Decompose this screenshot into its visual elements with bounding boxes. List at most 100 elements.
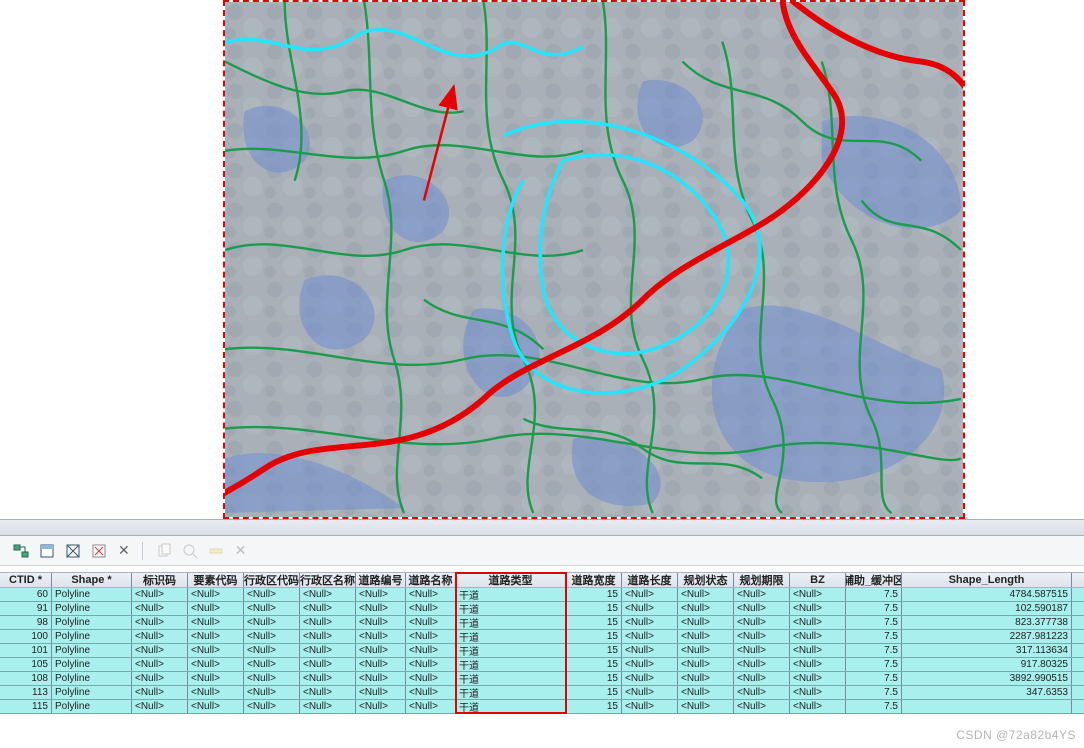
column-header-dln[interactable]: 道路名称 xyxy=(406,573,456,587)
cell-type: 干道 xyxy=(456,672,566,685)
cell-ghq: <Null> xyxy=(734,644,790,657)
column-header-cd[interactable]: 道路长度 xyxy=(622,573,678,587)
column-header-dlb[interactable]: 道路编号 xyxy=(356,573,406,587)
cell-ghq: <Null> xyxy=(734,658,790,671)
column-header-xz[interactable]: 行政区代码 xyxy=(244,573,300,587)
column-header-type[interactable]: 道路类型 xyxy=(456,573,566,587)
cell-ys: <Null> xyxy=(188,700,244,713)
table-row[interactable]: 100Polyline<Null><Null><Null><Null><Null… xyxy=(0,630,1084,644)
cell-bz: <Null> xyxy=(790,672,846,685)
close-toolbar-icon[interactable]: ✕ xyxy=(235,542,247,559)
column-header-ghq[interactable]: 规划期限 xyxy=(734,573,790,587)
table-row[interactable]: 91Polyline<Null><Null><Null><Null><Null>… xyxy=(0,602,1084,616)
cell-ys: <Null> xyxy=(188,672,244,685)
cell-dln: <Null> xyxy=(406,644,456,657)
copy-icon[interactable] xyxy=(155,542,173,560)
cell-ghq: <Null> xyxy=(734,630,790,643)
related-tables-icon[interactable] xyxy=(12,542,30,560)
cell-bz: <Null> xyxy=(790,658,846,671)
column-header-hcq[interactable]: 辅助_缓冲区 xyxy=(846,573,902,587)
cell-shape: Polyline xyxy=(52,644,132,657)
cell-dlb: <Null> xyxy=(356,644,406,657)
column-header-ctid[interactable]: CTID * xyxy=(0,573,52,587)
table-row[interactable]: 105Polyline<Null><Null><Null><Null><Null… xyxy=(0,658,1084,672)
cell-gh: <Null> xyxy=(678,602,734,615)
cell-cd: <Null> xyxy=(622,602,678,615)
highlight-icon[interactable] xyxy=(207,542,225,560)
cell-len: 317.113634 xyxy=(902,644,1072,657)
column-header-bz[interactable]: BZ xyxy=(790,573,846,587)
cell-dln: <Null> xyxy=(406,630,456,643)
cell-dln: <Null> xyxy=(406,602,456,615)
close-selection-icon[interactable]: ✕ xyxy=(118,542,130,559)
cell-xzn: <Null> xyxy=(300,602,356,615)
attribute-table[interactable]: CTID *Shape *标识码要素代码行政区代码行政区名称道路编号道路名称道路… xyxy=(0,566,1084,748)
cell-ctid: 105 xyxy=(0,658,52,671)
cell-type: 干道 xyxy=(456,616,566,629)
cell-ctid: 91 xyxy=(0,602,52,615)
cell-len: 347.6353 xyxy=(902,686,1072,699)
table-row[interactable]: 98Polyline<Null><Null><Null><Null><Null>… xyxy=(0,616,1084,630)
cell-gh: <Null> xyxy=(678,588,734,601)
cell-type: 干道 xyxy=(456,658,566,671)
column-header-shape[interactable]: Shape * xyxy=(52,573,132,587)
table-row[interactable]: 60Polyline<Null><Null><Null><Null><Null>… xyxy=(0,588,1084,602)
cell-kd: 15 xyxy=(566,658,622,671)
table-row[interactable]: 115Polyline<Null><Null><Null><Null><Null… xyxy=(0,700,1084,714)
cell-bs: <Null> xyxy=(132,644,188,657)
cell-len: 823.377738 xyxy=(902,616,1072,629)
table-row[interactable]: 101Polyline<Null><Null><Null><Null><Null… xyxy=(0,644,1084,658)
cell-hcq: 7.5 xyxy=(846,630,902,643)
table-header: CTID *Shape *标识码要素代码行政区代码行政区名称道路编号道路名称道路… xyxy=(0,572,1084,588)
cell-bs: <Null> xyxy=(132,602,188,615)
column-header-bs[interactable]: 标识码 xyxy=(132,573,188,587)
column-header-xzn[interactable]: 行政区名称 xyxy=(300,573,356,587)
cell-xz: <Null> xyxy=(244,588,300,601)
cell-shape: Polyline xyxy=(52,630,132,643)
cell-dln: <Null> xyxy=(406,672,456,685)
cell-bs: <Null> xyxy=(132,588,188,601)
map-viewport[interactable] xyxy=(223,0,965,519)
cell-ctid: 115 xyxy=(0,700,52,713)
cell-shape: Polyline xyxy=(52,602,132,615)
column-header-kd[interactable]: 道路宽度 xyxy=(566,573,622,587)
cell-dlb: <Null> xyxy=(356,588,406,601)
cell-cd: <Null> xyxy=(622,700,678,713)
attribute-table-toolbar: ✕ ✕ xyxy=(0,536,1084,566)
cell-kd: 15 xyxy=(566,602,622,615)
zoom-to-icon[interactable] xyxy=(181,542,199,560)
cell-ys: <Null> xyxy=(188,602,244,615)
cell-ghq: <Null> xyxy=(734,588,790,601)
cell-bs: <Null> xyxy=(132,658,188,671)
panel-divider[interactable] xyxy=(0,519,1084,536)
cell-xz: <Null> xyxy=(244,686,300,699)
cell-cd: <Null> xyxy=(622,658,678,671)
cell-dln: <Null> xyxy=(406,658,456,671)
switch-selection-icon[interactable] xyxy=(64,542,82,560)
table-row[interactable]: 108Polyline<Null><Null><Null><Null><Null… xyxy=(0,672,1084,686)
cell-len: 102.590187 xyxy=(902,602,1072,615)
column-header-len[interactable]: Shape_Length xyxy=(902,573,1072,587)
cell-dln: <Null> xyxy=(406,588,456,601)
cell-xz: <Null> xyxy=(244,658,300,671)
map-svg xyxy=(225,2,963,517)
cell-bz: <Null> xyxy=(790,616,846,629)
cell-bs: <Null> xyxy=(132,630,188,643)
cell-gh: <Null> xyxy=(678,644,734,657)
table-row[interactable]: 113Polyline<Null><Null><Null><Null><Null… xyxy=(0,686,1084,700)
cell-dlb: <Null> xyxy=(356,658,406,671)
cell-dlb: <Null> xyxy=(356,616,406,629)
cell-bz: <Null> xyxy=(790,644,846,657)
cell-kd: 15 xyxy=(566,630,622,643)
cell-xzn: <Null> xyxy=(300,616,356,629)
cell-cd: <Null> xyxy=(622,630,678,643)
column-header-gh[interactable]: 规划状态 xyxy=(678,573,734,587)
cell-len: 917.80325 xyxy=(902,658,1072,671)
clear-selection-icon[interactable] xyxy=(90,542,108,560)
cell-shape: Polyline xyxy=(52,616,132,629)
select-by-attributes-icon[interactable] xyxy=(38,542,56,560)
cell-shape: Polyline xyxy=(52,700,132,713)
column-header-ys[interactable]: 要素代码 xyxy=(188,573,244,587)
cell-gh: <Null> xyxy=(678,630,734,643)
cell-ys: <Null> xyxy=(188,686,244,699)
